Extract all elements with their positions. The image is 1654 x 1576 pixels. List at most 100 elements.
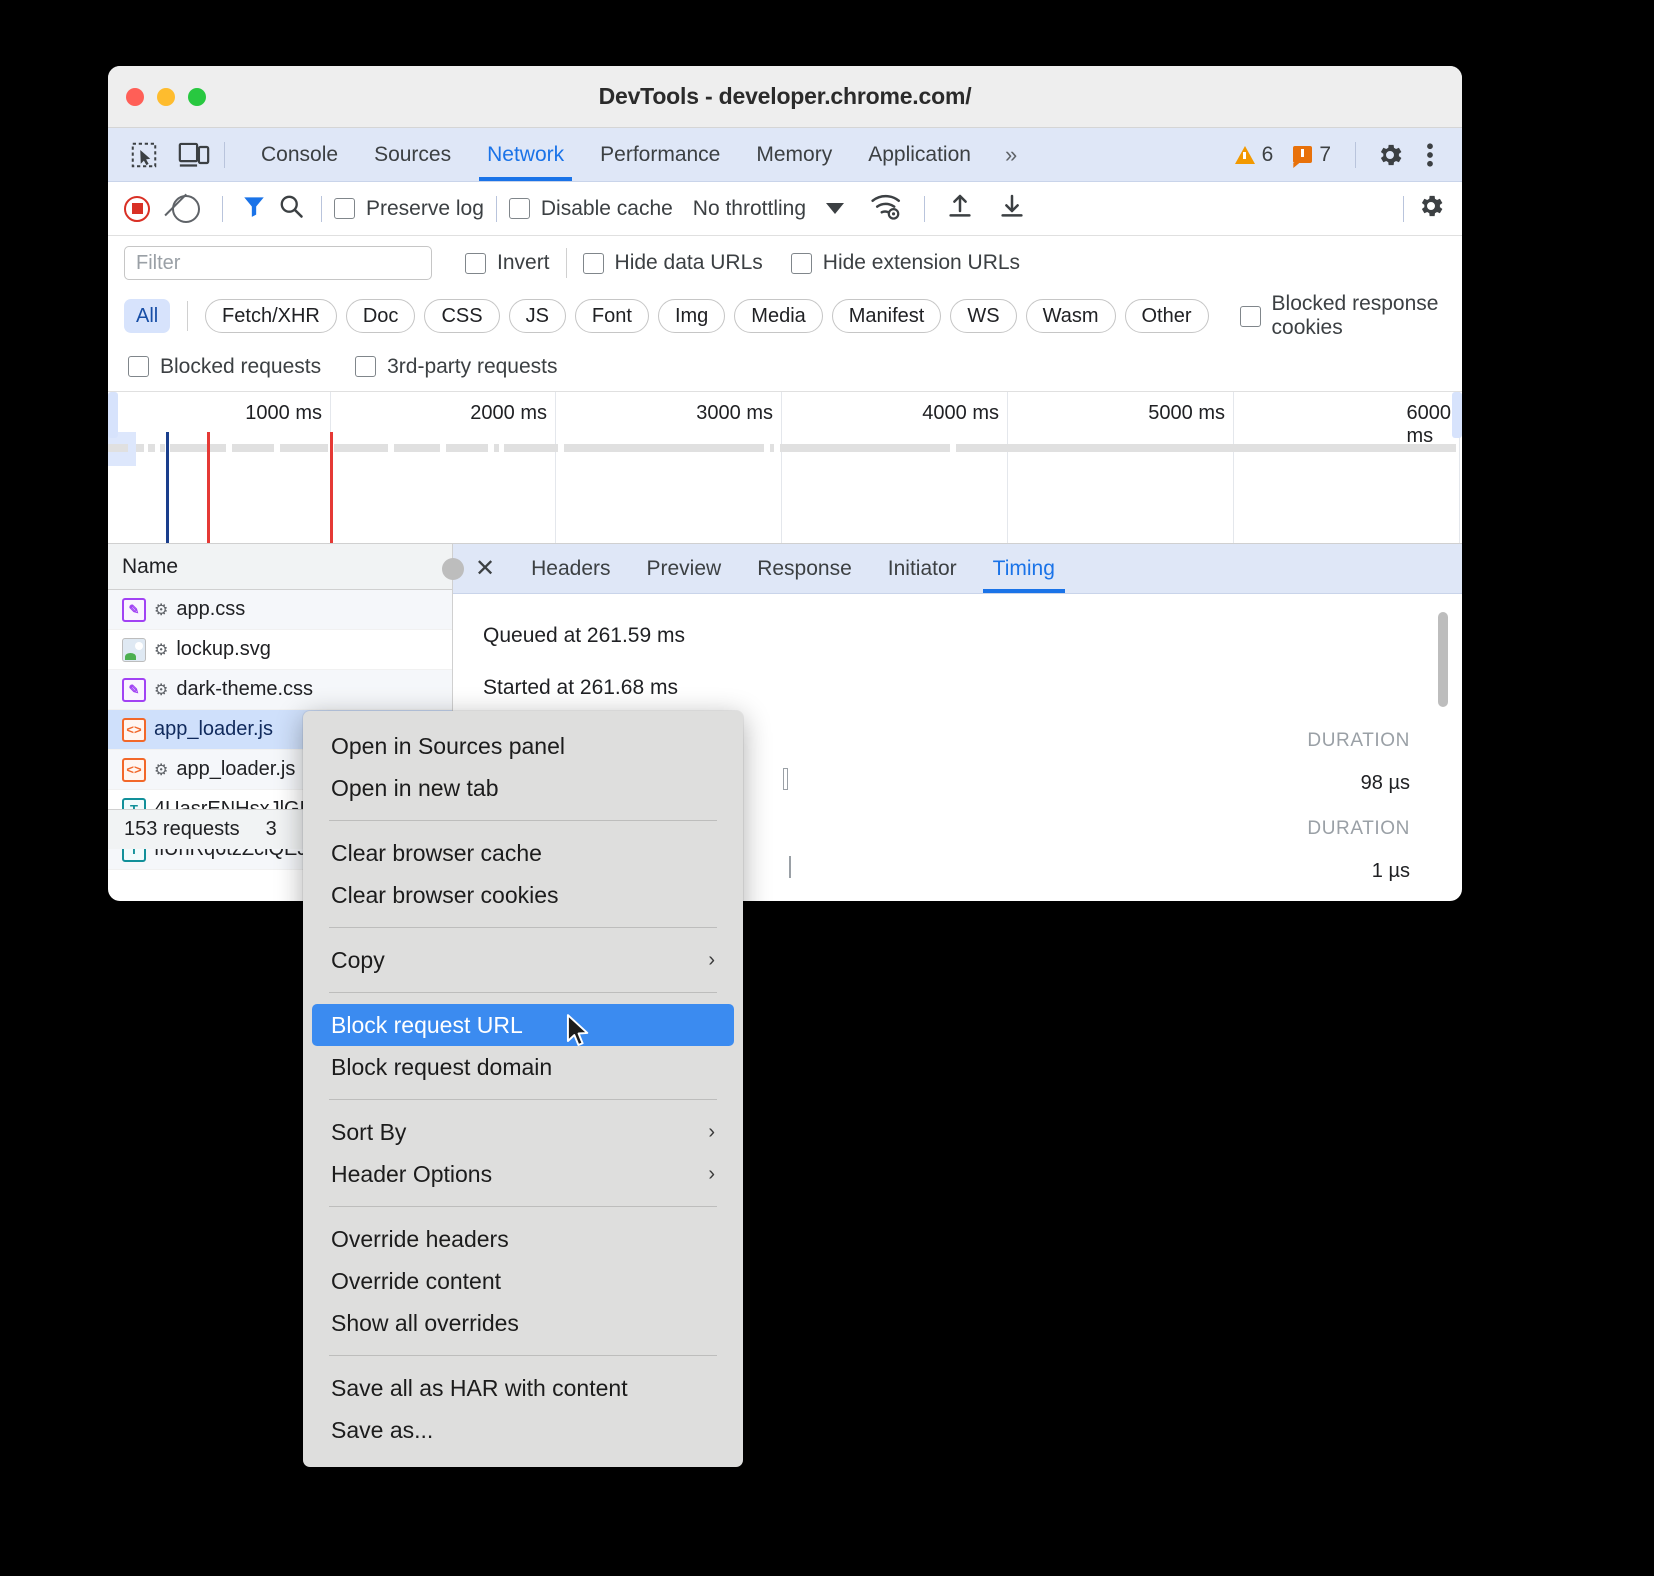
gear-icon[interactable]: [1372, 139, 1408, 171]
import-har-icon[interactable]: [945, 191, 975, 226]
kebab-menu-icon[interactable]: [1412, 139, 1448, 171]
request-context-menu: Open in Sources panel Open in new tab Cl…: [303, 711, 743, 1467]
window-title: DevTools - developer.chrome.com/: [108, 83, 1462, 110]
menu-item-block-request-url[interactable]: Block request URL: [312, 1004, 734, 1046]
tab-console[interactable]: Console: [243, 128, 356, 181]
chip-all[interactable]: All: [124, 299, 170, 333]
table-row[interactable]: ✎ ⚙ app.css: [108, 590, 452, 630]
menu-item-copy[interactable]: Copy ›: [303, 939, 743, 981]
chevron-right-icon: ›: [708, 1121, 715, 1144]
invert-checkbox[interactable]: Invert: [465, 251, 550, 275]
filter-input[interactable]: [124, 246, 432, 280]
network-conditions-icon[interactable]: [870, 191, 904, 226]
detail-tab-preview[interactable]: Preview: [629, 544, 740, 593]
tab-network[interactable]: Network: [469, 128, 582, 181]
menu-item-clear-browser-cache[interactable]: Clear browser cache: [303, 832, 743, 874]
chip-css[interactable]: CSS: [424, 299, 499, 333]
split-resizer-handle[interactable]: [442, 558, 464, 580]
extra-filter-row: Blocked requests 3rd-party requests: [108, 342, 1462, 392]
chip-wasm[interactable]: Wasm: [1026, 299, 1116, 333]
third-party-requests-checkbox[interactable]: 3rd-party requests: [355, 355, 557, 379]
detail-tab-timing[interactable]: Timing: [975, 544, 1073, 593]
chip-other[interactable]: Other: [1125, 299, 1209, 333]
detail-tab-headers[interactable]: Headers: [513, 544, 628, 593]
error-message-icon: [1293, 146, 1312, 163]
more-tabs-icon[interactable]: »: [989, 142, 1031, 168]
started-at-text: Started at 261.68 ms: [483, 676, 1462, 700]
network-toolbar: Preserve log Disable cache No throttling: [108, 182, 1462, 236]
funnel-icon[interactable]: [241, 193, 267, 224]
warning-badge[interactable]: 6: [1227, 143, 1282, 167]
inspect-element-icon[interactable]: [126, 139, 162, 171]
close-icon[interactable]: ✕: [475, 554, 513, 583]
chip-fetch-xhr[interactable]: Fetch/XHR: [205, 299, 337, 333]
overview-window-right-handle[interactable]: [1452, 392, 1462, 438]
request-name: app_loader.js: [154, 718, 273, 741]
error-badge[interactable]: 7: [1285, 143, 1339, 167]
menu-item-override-headers[interactable]: Override headers: [303, 1218, 743, 1260]
clear-button[interactable]: [172, 195, 200, 223]
tabstrip-right-group: 6 7: [1227, 128, 1448, 181]
hide-extension-urls-checkbox[interactable]: Hide extension URLs: [791, 251, 1020, 275]
detail-tab-response[interactable]: Response: [739, 544, 870, 593]
hide-data-urls-checkbox[interactable]: Hide data URLs: [583, 251, 763, 275]
menu-item-block-request-domain[interactable]: Block request domain: [303, 1046, 743, 1088]
preserve-log-checkbox[interactable]: Preserve log: [334, 197, 484, 221]
menu-item-save-all-as-har-with-content[interactable]: Save all as HAR with content: [303, 1367, 743, 1409]
mouse-cursor: [566, 1014, 592, 1055]
timing-bar: [783, 768, 788, 790]
blocked-response-cookies-checkbox[interactable]: Blocked response cookies: [1240, 292, 1462, 340]
resource-type-chips: All Fetch/XHR Doc CSS JS Font Img Media …: [108, 290, 1462, 342]
throttling-select[interactable]: No throttling: [693, 197, 806, 221]
table-row[interactable]: ⚙ lockup.svg: [108, 630, 452, 670]
tab-memory[interactable]: Memory: [738, 128, 850, 181]
chip-ws[interactable]: WS: [950, 299, 1016, 333]
gear-icon[interactable]: [1416, 191, 1446, 226]
toolbar-divider-4: [924, 196, 925, 222]
menu-item-sort-by[interactable]: Sort By ›: [303, 1111, 743, 1153]
overview-window-left-handle[interactable]: [108, 392, 118, 438]
hide-extension-urls-label: Hide extension URLs: [823, 251, 1020, 275]
menu-item-clear-browser-cookies[interactable]: Clear browser cookies: [303, 874, 743, 916]
detail-tab-initiator[interactable]: Initiator: [870, 544, 975, 593]
tab-sources[interactable]: Sources: [356, 128, 469, 181]
overview-ruler: 1000 ms 2000 ms 3000 ms 4000 ms 5000 ms …: [108, 392, 1462, 438]
network-overview[interactable]: 1000 ms 2000 ms 3000 ms 4000 ms 5000 ms …: [108, 392, 1462, 544]
export-har-icon[interactable]: [997, 191, 1027, 226]
chip-manifest[interactable]: Manifest: [832, 299, 942, 333]
menu-item-open-in-new-tab[interactable]: Open in new tab: [303, 767, 743, 809]
tab-application[interactable]: Application: [850, 128, 989, 181]
blocked-requests-checkbox[interactable]: Blocked requests: [128, 355, 321, 379]
menu-item-override-content[interactable]: Override content: [303, 1260, 743, 1302]
menu-separator: [329, 1099, 717, 1100]
menu-item-open-in-sources-panel[interactable]: Open in Sources panel: [303, 725, 743, 767]
menu-item-label: Sort By: [331, 1119, 406, 1146]
chip-doc[interactable]: Doc: [346, 299, 416, 333]
column-header-name: Name: [122, 555, 178, 579]
chevron-right-icon: ›: [708, 949, 715, 972]
warning-triangle-icon: [1235, 146, 1255, 164]
chip-js[interactable]: JS: [509, 299, 566, 333]
chevron-down-icon[interactable]: [826, 203, 844, 214]
checkbox-box: [583, 253, 604, 274]
request-name: lockup.svg: [176, 638, 271, 661]
transfer-size: 3: [266, 818, 277, 841]
menu-item-save-as[interactable]: Save as...: [303, 1409, 743, 1451]
load-event-marker-2: [330, 432, 333, 543]
device-toolbar-icon[interactable]: [176, 139, 212, 171]
search-icon[interactable]: [277, 192, 305, 225]
duration-column-header: DURATION: [1307, 730, 1410, 752]
chip-font[interactable]: Font: [575, 299, 649, 333]
chip-img[interactable]: Img: [658, 299, 725, 333]
detail-scrollbar-thumb[interactable]: [1438, 612, 1448, 707]
record-button[interactable]: [124, 196, 150, 222]
menu-item-header-options[interactable]: Header Options ›: [303, 1153, 743, 1195]
screen: DevTools - developer.chrome.com/: [0, 0, 1654, 1576]
checkbox-box: [128, 356, 149, 377]
disable-cache-checkbox[interactable]: Disable cache: [509, 197, 673, 221]
chip-media[interactable]: Media: [734, 299, 822, 333]
table-row[interactable]: ✎ ⚙ dark-theme.css: [108, 670, 452, 710]
request-list-header[interactable]: Name: [108, 544, 452, 590]
tab-performance[interactable]: Performance: [582, 128, 738, 181]
menu-item-show-all-overrides[interactable]: Show all overrides: [303, 1302, 743, 1344]
